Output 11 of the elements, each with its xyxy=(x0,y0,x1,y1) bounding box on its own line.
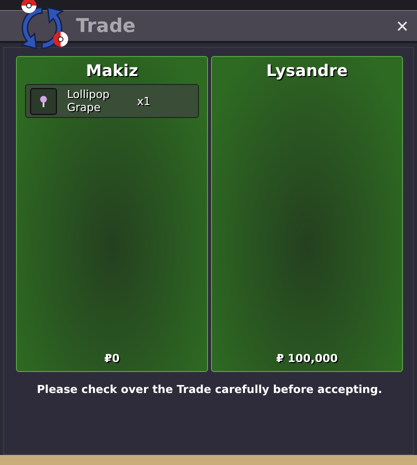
close-button[interactable]: ✕ xyxy=(392,16,413,36)
lollipop-icon xyxy=(30,88,57,114)
money-amount: ₽0 xyxy=(103,352,121,365)
notice-text: Please check over the Trade carefully before accepting. xyxy=(36,383,384,396)
money-amount: ₽ 100,000 xyxy=(275,352,339,365)
item-slot[interactable]: Lollipop Grape x1 xyxy=(25,84,199,118)
trader-name: Makiz xyxy=(84,61,140,80)
item-quantity: x1 xyxy=(137,94,151,108)
trader-name: Lysandre xyxy=(265,61,349,80)
item-name: Lollipop Grape xyxy=(67,88,111,114)
window-title: Trade xyxy=(76,15,137,37)
